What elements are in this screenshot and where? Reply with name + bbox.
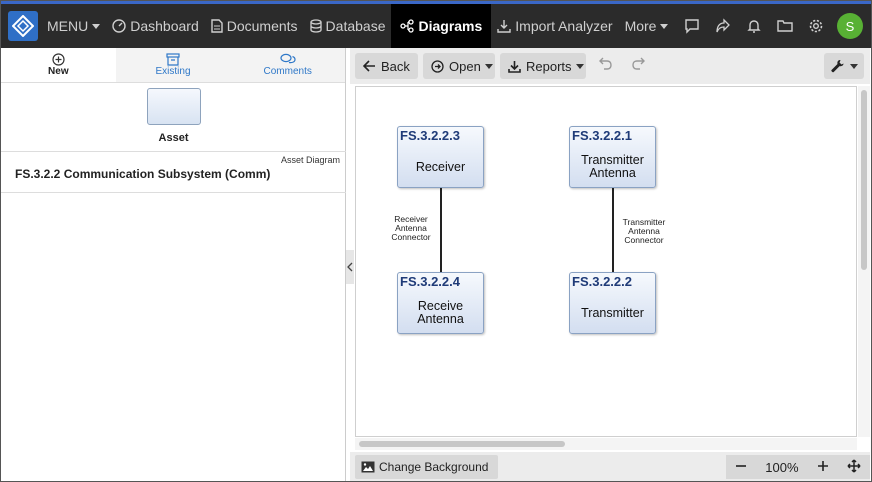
undo-icon[interactable] — [599, 56, 613, 74]
horizontal-scrollbar[interactable] — [355, 438, 857, 450]
redo-icon[interactable] — [631, 56, 645, 74]
bottom-toolbar: Change Background 100% — [350, 452, 870, 481]
nav-documents[interactable]: Documents — [205, 4, 304, 48]
nav-import-analyzer[interactable]: Import Analyzer — [491, 4, 618, 48]
nav-database-label: Database — [325, 18, 386, 34]
node-name: Transmitter Antenna — [581, 153, 644, 180]
change-background-label: Change Background — [379, 460, 489, 474]
zoom-in-icon[interactable] — [817, 460, 829, 475]
diagram-node[interactable]: FS.3.2.2.1 Transmitter Antenna — [569, 126, 656, 188]
caret-down-icon — [660, 23, 669, 29]
tab-comments[interactable]: Comments — [230, 48, 345, 82]
scroll-thumb[interactable] — [861, 90, 867, 270]
diagram-type: Asset Diagram — [280, 155, 340, 165]
node-name: Transmitter — [581, 305, 644, 320]
node-name: Receiver — [415, 159, 466, 174]
user-avatar[interactable]: S — [837, 13, 863, 39]
back-label: Back — [381, 58, 410, 74]
change-background-button[interactable]: Change Background — [355, 455, 498, 479]
avatar-initial: S — [845, 18, 855, 34]
node-id: FS.3.2.2.3 — [400, 128, 460, 143]
node-name: Receive Antenna — [417, 299, 464, 326]
menu-button[interactable]: MENU — [41, 4, 106, 48]
menu-label: MENU — [47, 18, 89, 34]
caret-down-icon — [575, 63, 584, 69]
vertical-scrollbar[interactable] — [858, 86, 870, 437]
folder-icon[interactable] — [769, 18, 800, 34]
comments-icon — [280, 53, 296, 64]
tab-comments-label: Comments — [263, 66, 312, 77]
node-id: FS.3.2.2.4 — [400, 274, 460, 289]
asset-thumbnail[interactable] — [147, 88, 201, 125]
diagram-icon — [400, 19, 415, 33]
left-panel: New Existing Comments Asset Asset Diagra… — [1, 48, 346, 481]
diagram-node[interactable]: FS.3.2.2.3 Receiver — [397, 126, 484, 188]
nav-more-label: More — [624, 18, 657, 34]
tab-existing-label: Existing — [155, 66, 191, 77]
zoom-out-icon[interactable] — [735, 460, 747, 475]
nav-dashboard-label: Dashboard — [130, 18, 199, 34]
archive-icon — [166, 53, 180, 66]
tools-menu-button[interactable] — [824, 53, 864, 79]
zoom-level: 100% — [765, 459, 799, 475]
download-icon — [508, 60, 521, 73]
database-icon — [309, 19, 322, 33]
arrow-left-icon — [363, 60, 376, 72]
gear-icon[interactable] — [800, 18, 831, 34]
chevron-left-icon — [347, 262, 353, 272]
diagram-name: FS.3.2.2 Communication Subsystem (Comm) — [15, 167, 271, 181]
gauge-icon — [112, 19, 126, 33]
caret-down-icon — [92, 23, 101, 29]
plus-circle-icon — [52, 53, 65, 66]
caret-down-icon — [484, 63, 493, 69]
import-icon — [497, 19, 511, 33]
connector-label: Receiver Antenna Connector — [386, 215, 436, 242]
connector-line[interactable] — [612, 188, 614, 274]
wrench-icon — [830, 59, 845, 74]
left-tabs: New Existing Comments — [1, 48, 345, 83]
pan-move-icon[interactable] — [847, 458, 861, 476]
connector-label: Transmitter Antenna Connector — [618, 218, 670, 245]
tab-new-label: New — [48, 66, 69, 77]
reports-button[interactable]: Reports — [500, 53, 586, 79]
nav-dashboard[interactable]: Dashboard — [106, 4, 205, 48]
nav-import-label: Import Analyzer — [515, 18, 613, 34]
asset-label: Asset — [158, 132, 189, 144]
nav-diagrams-label: Diagrams — [418, 18, 483, 34]
diagram-list-item[interactable]: Asset Diagram FS.3.2.2 Communication Sub… — [1, 151, 346, 193]
tab-existing[interactable]: Existing — [116, 48, 231, 82]
open-button[interactable]: Open — [423, 53, 495, 79]
diagram-node[interactable]: FS.3.2.2.4 Receive Antenna — [397, 272, 484, 334]
panel-collapse-handle[interactable] — [346, 250, 354, 284]
diagram-toolbar: Back Open Reports — [350, 48, 870, 84]
nav-more[interactable]: More — [619, 4, 675, 48]
app-logo[interactable] — [8, 11, 38, 41]
diagram-canvas[interactable]: Receiver Antenna Connector Transmitter A… — [355, 86, 857, 437]
node-id: FS.3.2.2.2 — [572, 274, 632, 289]
circle-arrow-right-icon — [431, 59, 444, 73]
chat-icon[interactable] — [676, 18, 707, 34]
share-icon[interactable] — [707, 18, 738, 34]
nav-documents-label: Documents — [226, 18, 298, 34]
zoom-controls: 100% — [726, 455, 870, 479]
nav-database[interactable]: Database — [304, 4, 392, 48]
top-navbar: MENU Dashboard Documents Database Diagra… — [1, 4, 871, 48]
back-button[interactable]: Back — [355, 53, 418, 79]
caret-down-icon — [850, 63, 858, 69]
tab-new[interactable]: New — [1, 48, 116, 82]
diagram-node[interactable]: FS.3.2.2.2 Transmitter — [569, 272, 656, 334]
image-icon — [361, 461, 375, 473]
open-label: Open — [449, 58, 481, 74]
reports-label: Reports — [526, 58, 572, 74]
document-icon — [211, 19, 223, 33]
nav-diagrams[interactable]: Diagrams — [391, 4, 492, 48]
node-id: FS.3.2.2.1 — [572, 128, 632, 143]
scroll-thumb[interactable] — [359, 441, 565, 447]
connector-line[interactable] — [440, 188, 442, 274]
bell-icon[interactable] — [738, 18, 769, 34]
logo-diamond-icon — [12, 15, 34, 37]
